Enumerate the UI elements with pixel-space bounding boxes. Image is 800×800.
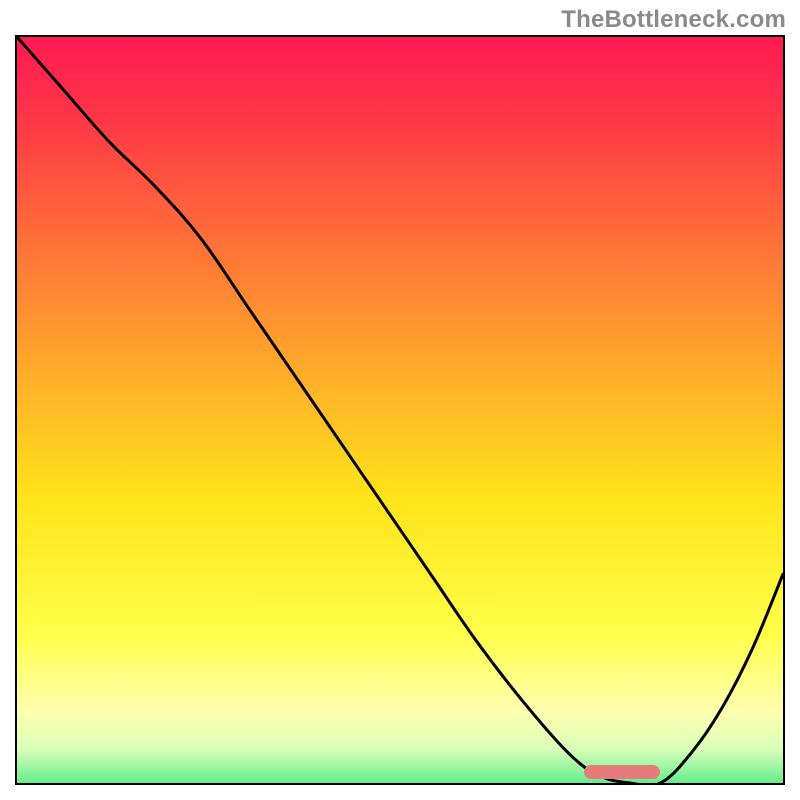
curve-layer: [17, 37, 783, 783]
bottleneck-curve-path: [17, 37, 783, 783]
sweet-spot-bar: [584, 765, 661, 779]
plot-area: [15, 35, 785, 785]
chart-stage: TheBottleneck.com: [0, 0, 800, 800]
watermark-text: TheBottleneck.com: [561, 6, 786, 34]
